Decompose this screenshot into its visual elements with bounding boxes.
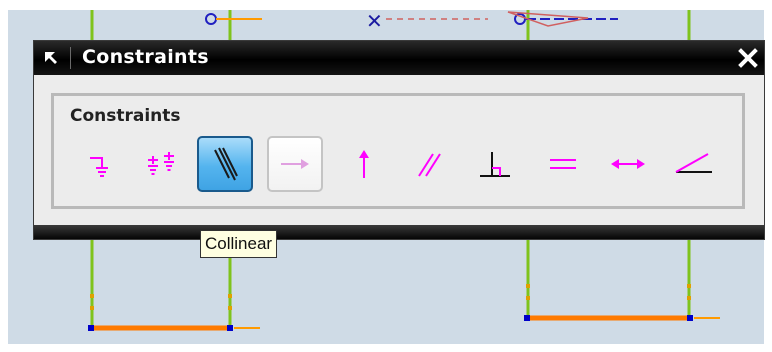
constraints-dialog: Constraints Constraints [33, 40, 765, 240]
dialog-titlebar[interactable]: Constraints [34, 41, 764, 75]
parallel-icon[interactable] [401, 136, 457, 192]
dialog-title: Constraints [82, 46, 209, 68]
svg-text:✕: ✕ [366, 10, 383, 33]
collinear-icon[interactable] [197, 136, 253, 192]
fully-fixed-constraint-icon[interactable] [134, 136, 190, 192]
equal-length-icon[interactable] [535, 136, 591, 192]
title-separator [70, 47, 71, 69]
tooltip: Collinear [200, 230, 278, 258]
perpendicular-icon[interactable] [468, 136, 524, 192]
fixed-constraint-icon[interactable] [74, 136, 130, 192]
dialog-bottom-bar [34, 225, 764, 239]
vertical-icon[interactable] [336, 136, 392, 192]
pin-arrow-icon[interactable] [38, 45, 64, 71]
close-x-icon[interactable] [735, 45, 761, 71]
constraints-group: Constraints [51, 93, 745, 209]
constant-angle-icon[interactable] [666, 136, 722, 192]
constant-length-icon[interactable] [600, 136, 656, 192]
group-label: Constraints [70, 106, 181, 126]
horizontal-icon[interactable] [267, 136, 323, 192]
